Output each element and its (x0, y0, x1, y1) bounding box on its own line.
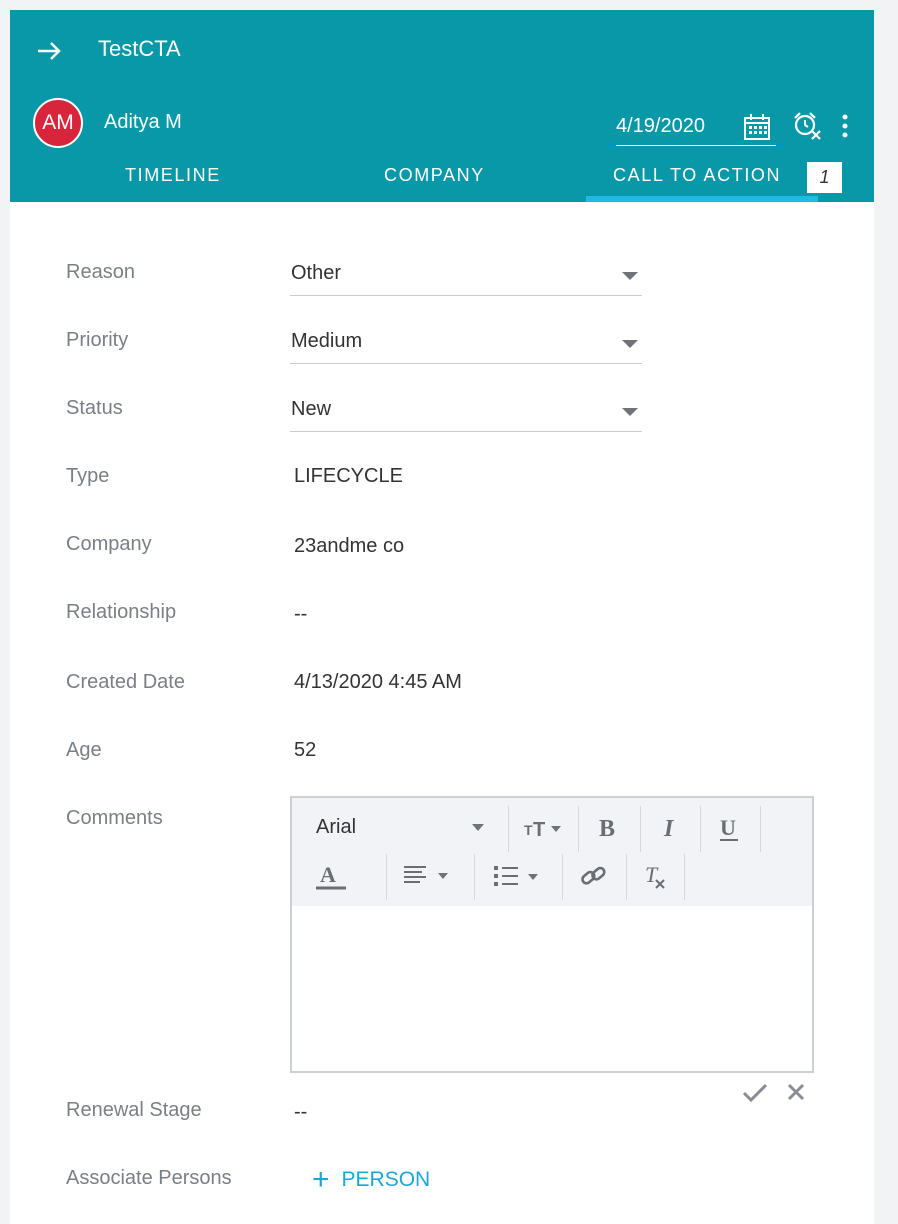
font-size-icon[interactable]: T T (522, 816, 562, 840)
text-color-icon[interactable]: A (316, 860, 346, 892)
relationship-value: -- (294, 603, 308, 625)
toolbar-divider (684, 854, 685, 900)
more-vertical-icon[interactable] (836, 112, 854, 140)
svg-text:T: T (645, 862, 659, 887)
link-icon[interactable] (580, 864, 608, 890)
svg-text:A: A (320, 862, 336, 887)
cta-detail-panel: TestCTA AM Aditya M 4/19/2020 TIMELINE C… (10, 10, 874, 1224)
status-value: New (291, 398, 332, 420)
associate-persons-label: Associate Persons (66, 1167, 232, 1189)
svg-text:B: B (599, 816, 615, 842)
tab-timeline[interactable]: TIMELINE (125, 165, 221, 186)
tab-call-to-action[interactable]: CALL TO ACTION (613, 165, 781, 186)
svg-text:U: U (720, 815, 736, 840)
check-icon[interactable] (742, 1082, 768, 1104)
italic-icon[interactable]: I (660, 814, 680, 842)
snooze-alarm-icon[interactable] (792, 110, 822, 140)
toolbar-divider (700, 806, 701, 852)
comments-editor: Arial T T B I U A T (290, 796, 814, 1073)
add-person-button[interactable]: + PERSON (312, 1163, 431, 1196)
calendar-icon[interactable] (742, 112, 772, 142)
reason-label: Reason (66, 261, 135, 283)
due-date-field[interactable]: 4/19/2020 (616, 112, 776, 146)
status-label: Status (66, 397, 123, 419)
priority-select[interactable]: Medium (290, 328, 642, 364)
underline-icon[interactable]: U (718, 814, 742, 844)
font-family-value: Arial (316, 816, 357, 838)
owner-name[interactable]: Aditya M (104, 111, 182, 134)
active-tab-indicator (586, 196, 818, 202)
tab-company[interactable]: COMPANY (384, 165, 485, 186)
tab-count-badge: 1 (807, 162, 842, 193)
toolbar-divider (578, 806, 579, 852)
renewal-stage-label: Renewal Stage (66, 1099, 202, 1121)
arrow-right-icon[interactable] (34, 36, 64, 66)
editor-toolbar: Arial T T B I U A T (292, 798, 812, 906)
toolbar-divider (386, 854, 387, 900)
bold-icon[interactable]: B (596, 814, 620, 842)
chevron-down-icon (622, 272, 638, 280)
relationship-label: Relationship (66, 601, 177, 623)
company-label: Company (66, 533, 152, 555)
toolbar-divider (508, 806, 509, 852)
toolbar-divider (474, 854, 475, 900)
renewal-stage-value: -- (294, 1101, 308, 1123)
clear-format-icon[interactable]: T (642, 862, 670, 892)
status-select[interactable]: New (290, 396, 642, 432)
svg-text:I: I (663, 816, 675, 842)
chevron-down-icon (472, 824, 484, 831)
cta-header: TestCTA AM Aditya M 4/19/2020 TIMELINE C… (10, 10, 874, 202)
toolbar-divider (626, 854, 627, 900)
created-date-value: 4/13/2020 4:45 AM (294, 671, 462, 693)
plus-icon: + (312, 1163, 330, 1196)
created-date-label: Created Date (66, 671, 185, 693)
age-label: Age (66, 739, 102, 761)
age-value: 52 (294, 739, 317, 761)
close-icon[interactable] (786, 1082, 806, 1102)
toolbar-divider (562, 854, 563, 900)
priority-value: Medium (291, 330, 363, 352)
reason-select[interactable]: Other (290, 260, 642, 296)
type-value: LIFECYCLE (294, 465, 403, 487)
cta-title[interactable]: TestCTA (98, 36, 181, 62)
type-label: Type (66, 465, 110, 487)
toolbar-divider (640, 806, 641, 852)
chevron-down-icon (622, 340, 638, 348)
align-icon[interactable] (402, 864, 452, 886)
font-family-dropdown[interactable]: Arial (292, 798, 504, 852)
avatar: AM (33, 98, 83, 148)
add-person-label: PERSON (341, 1168, 431, 1191)
svg-text:T: T (533, 819, 545, 840)
comments-textarea[interactable] (292, 906, 812, 1071)
due-date-value[interactable]: 4/19/2020 (616, 115, 705, 138)
svg-text:T: T (524, 822, 533, 838)
toolbar-divider (760, 806, 761, 852)
reason-value: Other (291, 262, 342, 284)
chevron-down-icon (622, 408, 638, 416)
company-value: 23andme co (294, 535, 405, 557)
comments-label: Comments (66, 807, 163, 829)
priority-label: Priority (66, 329, 129, 351)
list-icon[interactable] (492, 864, 544, 888)
